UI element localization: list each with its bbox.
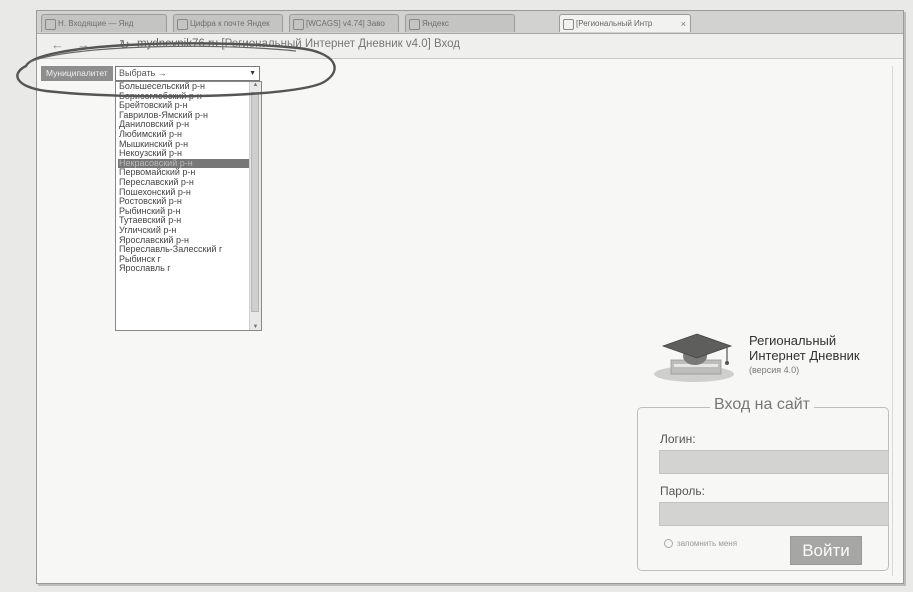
- tab-label: Яндекс: [422, 19, 449, 28]
- page-divider: [892, 66, 893, 576]
- dropdown-scrollbar[interactable]: ▲ ▼: [249, 82, 261, 330]
- login-form: Вход на сайт Логин: Пароль: запомнить ме…: [637, 396, 889, 571]
- page-icon: [409, 19, 420, 30]
- tab-label: Н. Входящие — Янд: [58, 19, 134, 28]
- tab-strip: Н. Входящие — Янд Цифра к почте Яндек [W…: [37, 11, 903, 34]
- tab-inbox[interactable]: Н. Входящие — Янд: [41, 14, 167, 32]
- page-icon: [293, 19, 304, 30]
- tab-label: Цифра к почте Яндек: [190, 19, 270, 28]
- login-title: Вход на сайт: [710, 396, 814, 414]
- tab-label: [Региональный Интр: [576, 19, 653, 28]
- page-icon: [177, 19, 188, 30]
- tab-yandex[interactable]: Яндекс: [405, 14, 515, 32]
- region-dropdown: Большесельский р-н Борисоглебский р-н Брей…: [115, 81, 262, 331]
- region-option-list: Большесельский р-н Борисоглебский р-н Брей…: [116, 82, 261, 274]
- brand-line-2: Интернет Дневник: [749, 348, 860, 363]
- close-icon[interactable]: ×: [681, 15, 686, 32]
- password-field[interactable]: [659, 502, 889, 526]
- login-field[interactable]: [659, 450, 889, 474]
- remember-me-checkbox[interactable]: [664, 539, 673, 549]
- tab-diary[interactable]: [Региональный Интр ×: [559, 14, 691, 32]
- annotation-ellipse: [16, 42, 336, 98]
- scroll-down-icon[interactable]: ▼: [251, 324, 260, 330]
- login-label: Логин:: [660, 432, 696, 446]
- remember-me-label: запомнить меня: [677, 539, 738, 548]
- tab-mail[interactable]: Цифра к почте Яндек: [173, 14, 283, 32]
- password-label: Пароль:: [660, 484, 705, 498]
- scroll-thumb[interactable]: [251, 92, 259, 312]
- brand-version: (версия 4.0): [749, 365, 800, 375]
- brand-line-1: Региональный: [749, 333, 837, 348]
- tab-label: [WCAGS] v4.74] Заво: [306, 19, 385, 28]
- brand-title: Региональный Интернет Дневник (версия 4.…: [749, 333, 860, 378]
- tab-wcag[interactable]: [WCAGS] v4.74] Заво: [289, 14, 399, 32]
- region-option[interactable]: Ярославль г: [118, 264, 261, 274]
- page-icon: [45, 19, 56, 30]
- graduation-cap-icon: [654, 333, 734, 382]
- remember-me[interactable]: запомнить меня: [664, 539, 738, 549]
- login-button[interactable]: Войти: [790, 536, 862, 565]
- page-icon: [563, 19, 574, 30]
